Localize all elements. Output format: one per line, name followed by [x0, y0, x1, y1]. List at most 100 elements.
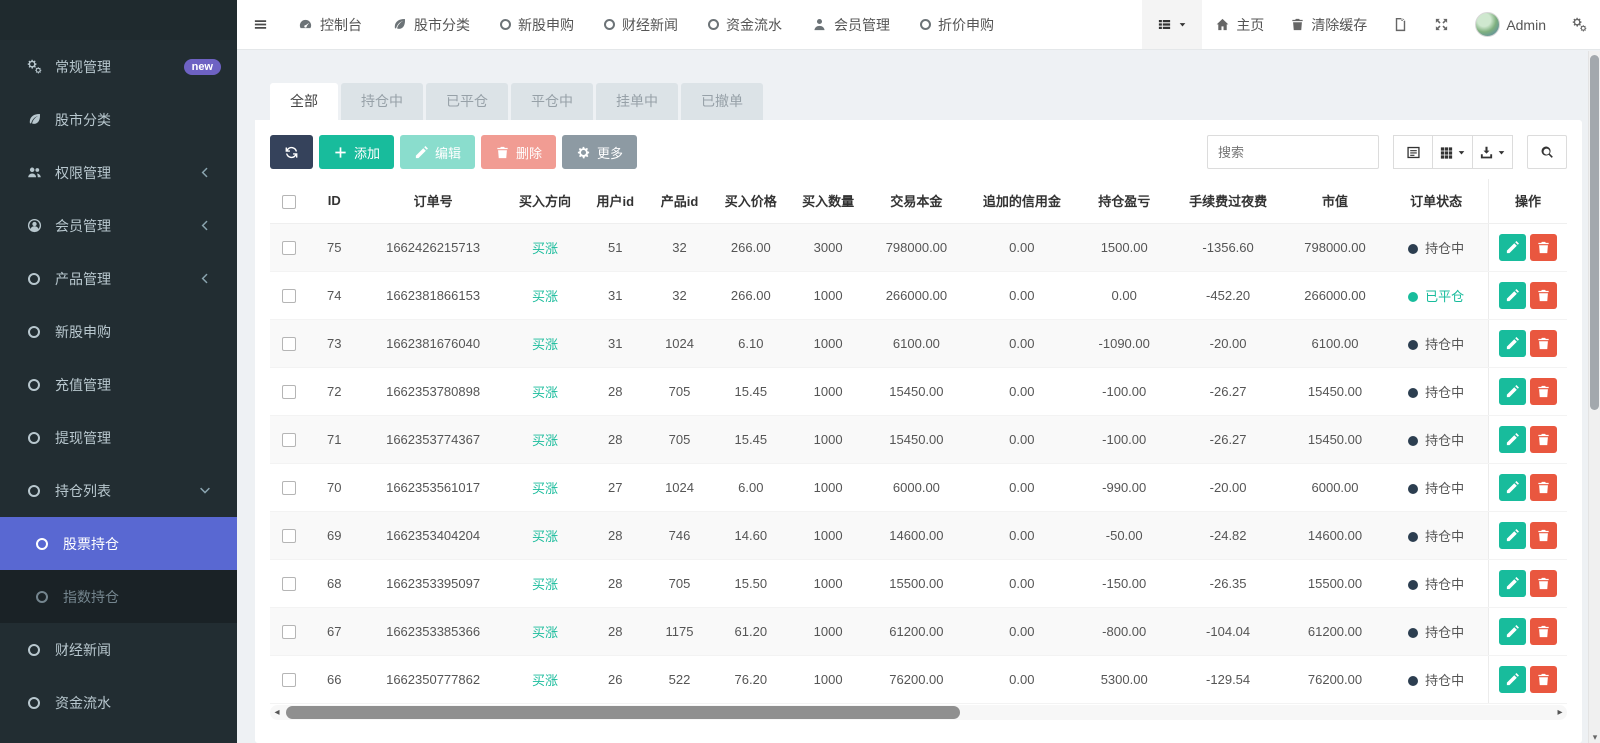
tab-4[interactable]: 挂单中	[596, 83, 678, 120]
vertical-scrollbar[interactable]: ▾	[1588, 51, 1600, 743]
column-header-11[interactable]: 市值	[1286, 179, 1384, 223]
export-icon	[1479, 145, 1494, 160]
top-navbar: 控制台股市分类新股申购财经新闻资金流水会员管理折价申购 主页 清除缓存	[237, 0, 1600, 50]
column-header-3[interactable]: 用户id	[584, 179, 646, 223]
row-edit-button[interactable]	[1499, 474, 1526, 501]
sidebar-item-new-stock-purchase[interactable]: 新股申购	[0, 305, 237, 358]
row-delete-button[interactable]	[1530, 330, 1557, 357]
sidebar-item-market-category[interactable]: 股市分类	[0, 93, 237, 146]
column-header-8[interactable]: 追加的信用金	[966, 179, 1078, 223]
row-edit-button[interactable]	[1499, 282, 1526, 309]
nav-item-new-stock-purchase[interactable]: 新股申购	[485, 0, 589, 49]
edit-button[interactable]: 编辑	[400, 135, 475, 169]
row-delete-button[interactable]	[1530, 426, 1557, 453]
column-header-4[interactable]: 产品id	[646, 179, 712, 223]
nav-item-fund-flow[interactable]: 资金流水	[693, 0, 797, 49]
column-header-9[interactable]: 持仓盈亏	[1078, 179, 1170, 223]
sidebar-item-general[interactable]: 常规管理new	[0, 40, 237, 93]
row-delete-button[interactable]	[1530, 666, 1557, 693]
column-header-10[interactable]: 手续费过夜费	[1170, 179, 1285, 223]
row-checkbox[interactable]	[282, 673, 296, 687]
window-list-dropdown[interactable]	[1142, 0, 1202, 49]
sidebar-item-stock-positions[interactable]: 股票持仓	[0, 517, 237, 570]
tab-5[interactable]: 已撤单	[681, 83, 763, 120]
row-checkbox[interactable]	[282, 625, 296, 639]
sidebar-item-members[interactable]: 会员管理	[0, 199, 237, 252]
column-header-2[interactable]: 买入方向	[506, 179, 584, 223]
scroll-down-arrow[interactable]: ▾	[1589, 731, 1600, 743]
row-delete-button[interactable]	[1530, 378, 1557, 405]
home-button[interactable]: 主页	[1202, 0, 1277, 49]
nav-item-finance-news[interactable]: 财经新闻	[589, 0, 693, 49]
sidebar-item-finance-news[interactable]: 财经新闻	[0, 623, 237, 676]
row-checkbox[interactable]	[282, 481, 296, 495]
row-checkbox[interactable]	[282, 241, 296, 255]
tab-1[interactable]: 持仓中	[341, 83, 423, 120]
sidebar-item-index-positions[interactable]: 指数持仓	[0, 570, 237, 623]
sidebar-item-withdraw[interactable]: 提现管理	[0, 411, 237, 464]
row-delete-button[interactable]	[1530, 522, 1557, 549]
sidebar-item-permissions[interactable]: 权限管理	[0, 146, 237, 199]
search-input[interactable]	[1207, 135, 1379, 169]
horizontal-scrollbar-thumb[interactable]	[286, 706, 960, 719]
row-checkbox[interactable]	[282, 289, 296, 303]
sidebar-item-position-list[interactable]: 持仓列表	[0, 464, 237, 517]
column-header-6[interactable]: 买入数量	[789, 179, 867, 223]
search-icon	[1540, 145, 1555, 160]
row-delete-button[interactable]	[1530, 570, 1557, 597]
row-delete-button[interactable]	[1530, 282, 1557, 309]
row-edit-button[interactable]	[1499, 522, 1526, 549]
form-view-button[interactable]	[1393, 135, 1433, 169]
column-header-13[interactable]: 操作	[1489, 179, 1567, 223]
column-header-12[interactable]: 订单状态	[1384, 179, 1488, 223]
user-menu[interactable]: Admin	[1462, 0, 1559, 49]
sidebar-item-recharge[interactable]: 充值管理	[0, 358, 237, 411]
row-delete-button[interactable]	[1530, 618, 1557, 645]
scroll-left-arrow[interactable]: ◂	[270, 705, 284, 720]
refresh-button[interactable]	[270, 135, 313, 169]
cell-fee: -104.04	[1170, 607, 1285, 655]
column-header-0[interactable]: ID	[308, 179, 360, 223]
horizontal-scrollbar[interactable]: ◂ ▸	[270, 705, 1567, 720]
export-button[interactable]	[1473, 135, 1513, 169]
tab-0[interactable]: 全部	[270, 83, 338, 120]
row-checkbox[interactable]	[282, 385, 296, 399]
add-button[interactable]: 添加	[319, 135, 394, 169]
more-button[interactable]: 更多	[562, 135, 637, 169]
row-delete-button[interactable]	[1530, 234, 1557, 261]
column-header-1[interactable]: 订单号	[360, 179, 506, 223]
row-edit-button[interactable]	[1499, 330, 1526, 357]
clear-cache-button[interactable]: 清除缓存	[1277, 0, 1380, 49]
scroll-right-arrow[interactable]: ▸	[1553, 705, 1567, 720]
row-edit-button[interactable]	[1499, 426, 1526, 453]
nav-item-dashboard[interactable]: 控制台	[283, 0, 377, 49]
row-edit-button[interactable]	[1499, 618, 1526, 645]
settings-button[interactable]	[1559, 0, 1600, 49]
row-delete-button[interactable]	[1530, 474, 1557, 501]
delete-button[interactable]: 删除	[481, 135, 556, 169]
vertical-scrollbar-thumb[interactable]	[1590, 55, 1599, 410]
row-checkbox[interactable]	[282, 433, 296, 447]
columns-button[interactable]	[1433, 135, 1473, 169]
nav-item-members[interactable]: 会员管理	[797, 0, 905, 49]
search-button[interactable]	[1527, 135, 1567, 169]
row-checkbox[interactable]	[282, 529, 296, 543]
row-checkbox[interactable]	[282, 337, 296, 351]
row-edit-button[interactable]	[1499, 378, 1526, 405]
tab-2[interactable]: 已平仓	[426, 83, 508, 120]
hamburger-icon[interactable]	[237, 0, 283, 50]
language-button[interactable]	[1380, 0, 1421, 49]
select-all-checkbox[interactable]	[282, 195, 296, 209]
tab-3[interactable]: 平仓中	[511, 83, 593, 120]
sidebar-item-fund-flow[interactable]: 资金流水	[0, 676, 237, 729]
nav-item-market-category[interactable]: 股市分类	[377, 0, 485, 49]
column-header-5[interactable]: 买入价格	[713, 179, 789, 223]
row-edit-button[interactable]	[1499, 666, 1526, 693]
sidebar-item-products[interactable]: 产品管理	[0, 252, 237, 305]
fullscreen-button[interactable]	[1421, 0, 1462, 49]
column-header-7[interactable]: 交易本金	[867, 179, 965, 223]
row-checkbox[interactable]	[282, 577, 296, 591]
nav-item-discount-purchase[interactable]: 折价申购	[905, 0, 1009, 49]
row-edit-button[interactable]	[1499, 570, 1526, 597]
row-edit-button[interactable]	[1499, 234, 1526, 261]
